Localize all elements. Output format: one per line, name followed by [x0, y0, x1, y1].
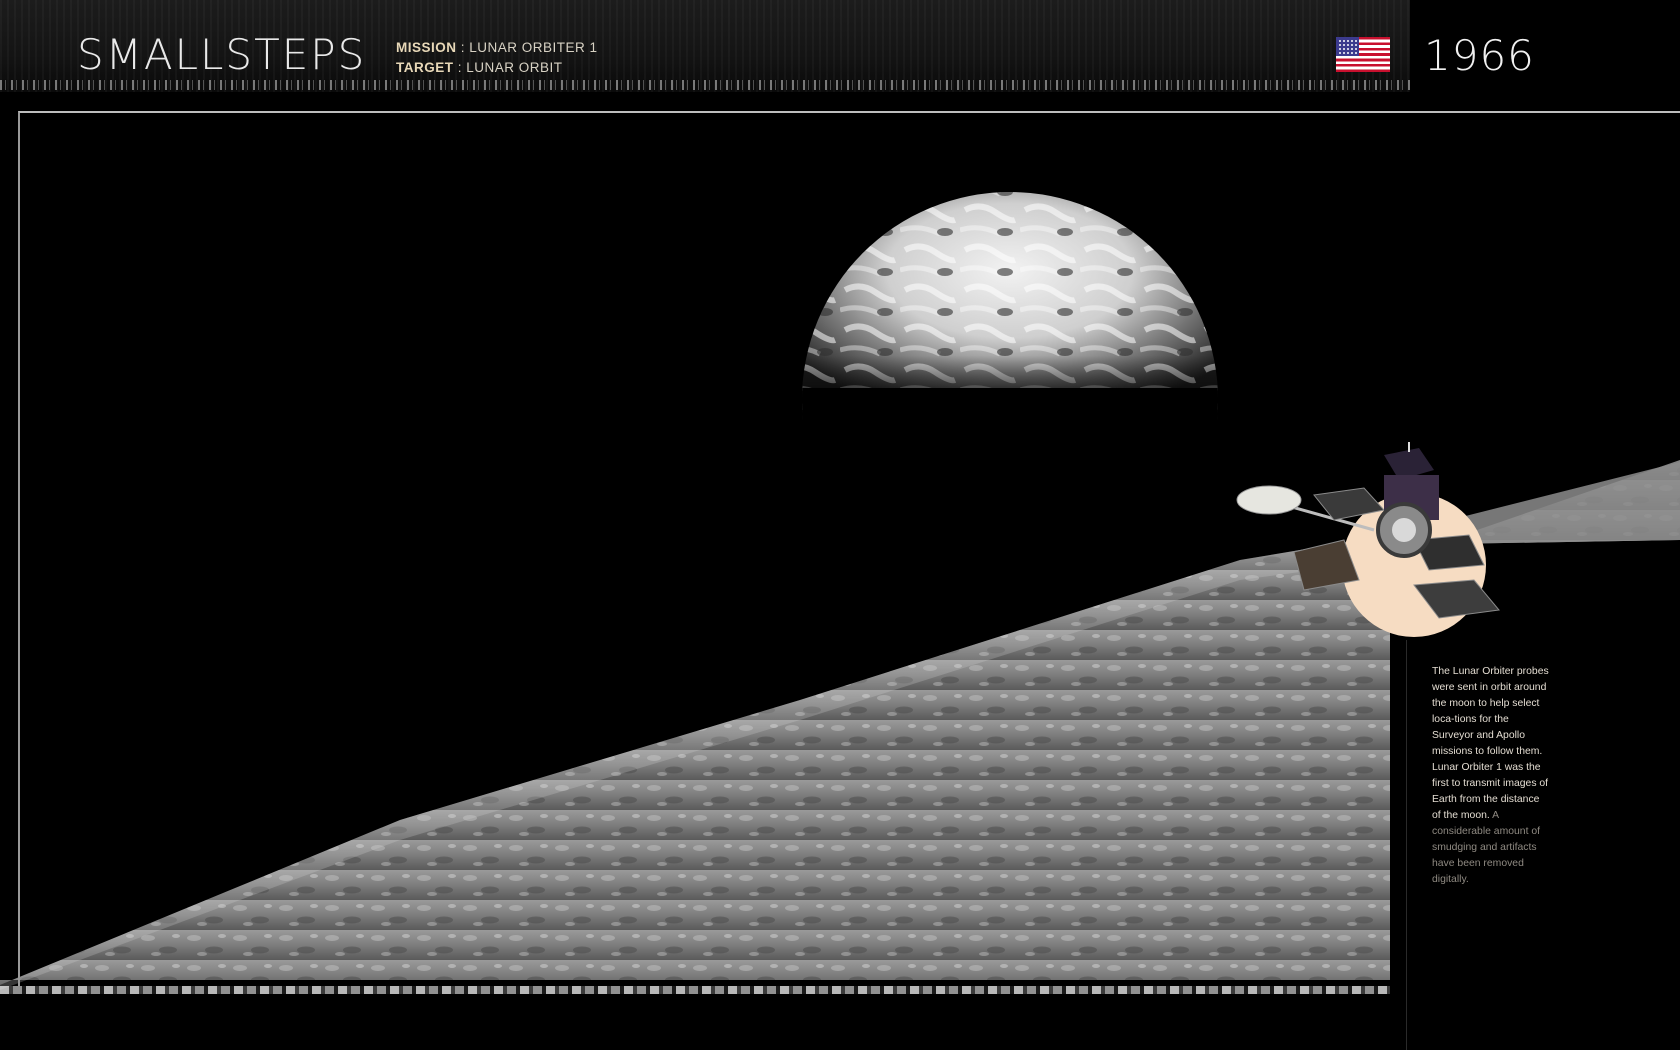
mission-caption: The Lunar Orbiter probes were sent in or… [1432, 664, 1550, 888]
caption-main: The Lunar Orbiter probes were sent in or… [1432, 666, 1549, 821]
caption-note: A considerable amount of smudging and ar… [1432, 810, 1541, 885]
lunar-orbiter-spacecraft-icon [1236, 442, 1500, 637]
film-bottom-strip [0, 986, 1390, 994]
divider [1406, 640, 1407, 1050]
